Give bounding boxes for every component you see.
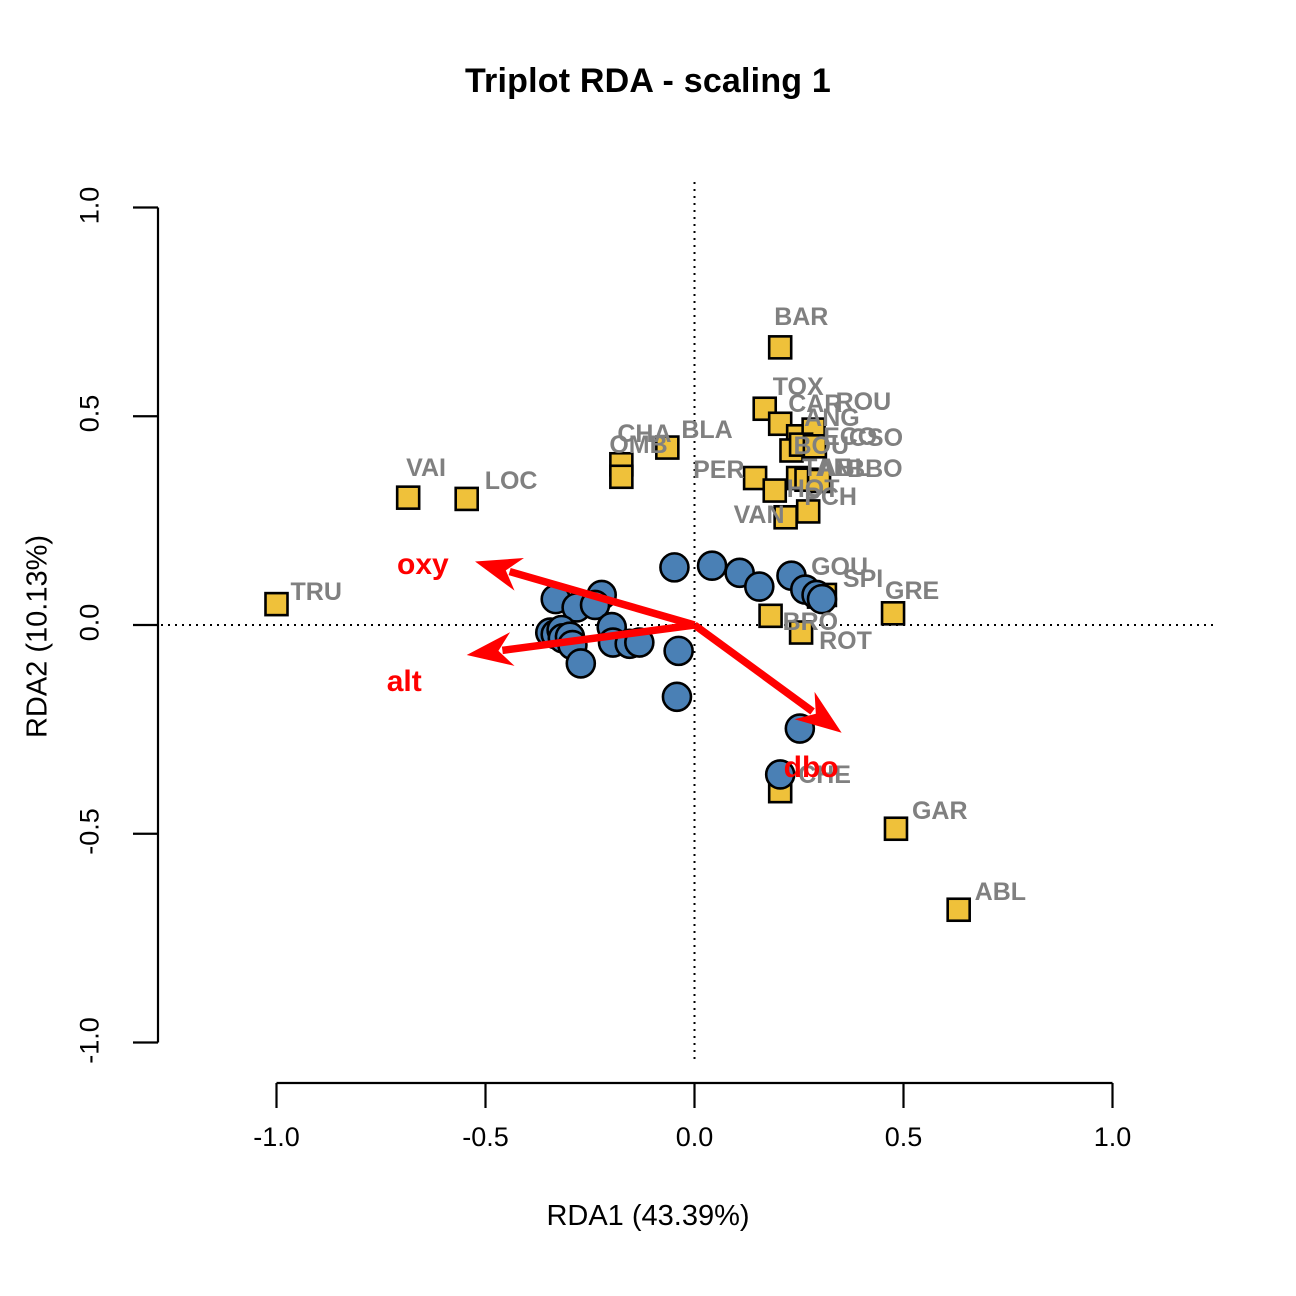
y-tick-label: 1.0	[74, 186, 105, 224]
x-tick-label: 0.0	[675, 1122, 714, 1152]
species-label: OMB	[609, 430, 668, 459]
y-tick-label: -1.0	[74, 1016, 105, 1064]
x-tick-label: -1.0	[253, 1122, 300, 1152]
species-label: TRU	[290, 578, 342, 607]
site-marker	[661, 681, 693, 713]
site-marker	[696, 550, 728, 582]
species-label: LOC	[484, 466, 538, 495]
species-marker	[264, 591, 289, 617]
y-tick-label: -0.5	[74, 807, 105, 855]
species-label: GAR	[911, 796, 968, 825]
x-tick-label: 0.5	[884, 1122, 923, 1152]
species-label: PER	[693, 456, 745, 485]
species-label: ROT	[819, 626, 872, 655]
y-tick-label: 0.0	[74, 603, 105, 642]
species-label: BAR	[774, 303, 829, 332]
y-tick-label: 0.5	[74, 394, 105, 433]
species-label: BLA	[681, 415, 733, 444]
species-label: VAN	[733, 501, 785, 530]
x-tick-label: -0.5	[462, 1122, 509, 1152]
axes	[133, 206, 1114, 1108]
species-label: ABL	[974, 877, 1027, 906]
species-marker	[758, 603, 783, 629]
site-marker	[659, 552, 690, 583]
species-label: PCH	[804, 483, 857, 512]
species-marker	[762, 478, 788, 503]
site-marker	[743, 571, 775, 602]
x-tick-label: 1.0	[1093, 1122, 1132, 1152]
species-label: SPI	[842, 564, 884, 593]
species-label: ROU	[835, 387, 892, 416]
species-label: BBO	[847, 454, 903, 483]
env-vector-label: alt	[386, 665, 422, 699]
species-label: CSO	[848, 424, 904, 453]
species-marker	[946, 897, 971, 923]
site-marker	[663, 635, 694, 667]
env-vector-label: dbo	[783, 750, 839, 784]
species-marker	[767, 335, 793, 360]
species-marker	[609, 464, 634, 490]
plot-canvas	[133, 182, 1213, 1108]
species-marker	[883, 816, 909, 842]
species-label: GRE	[885, 577, 940, 606]
species-label: VAI	[406, 453, 446, 482]
species-marker	[454, 486, 479, 512]
rda-triplot: Triplot RDA - scaling 1 RDA1 (43.39%) RD…	[0, 0, 1296, 1296]
species-marker	[395, 485, 421, 510]
env-vector-label: oxy	[397, 547, 449, 581]
site-marker	[565, 648, 597, 679]
